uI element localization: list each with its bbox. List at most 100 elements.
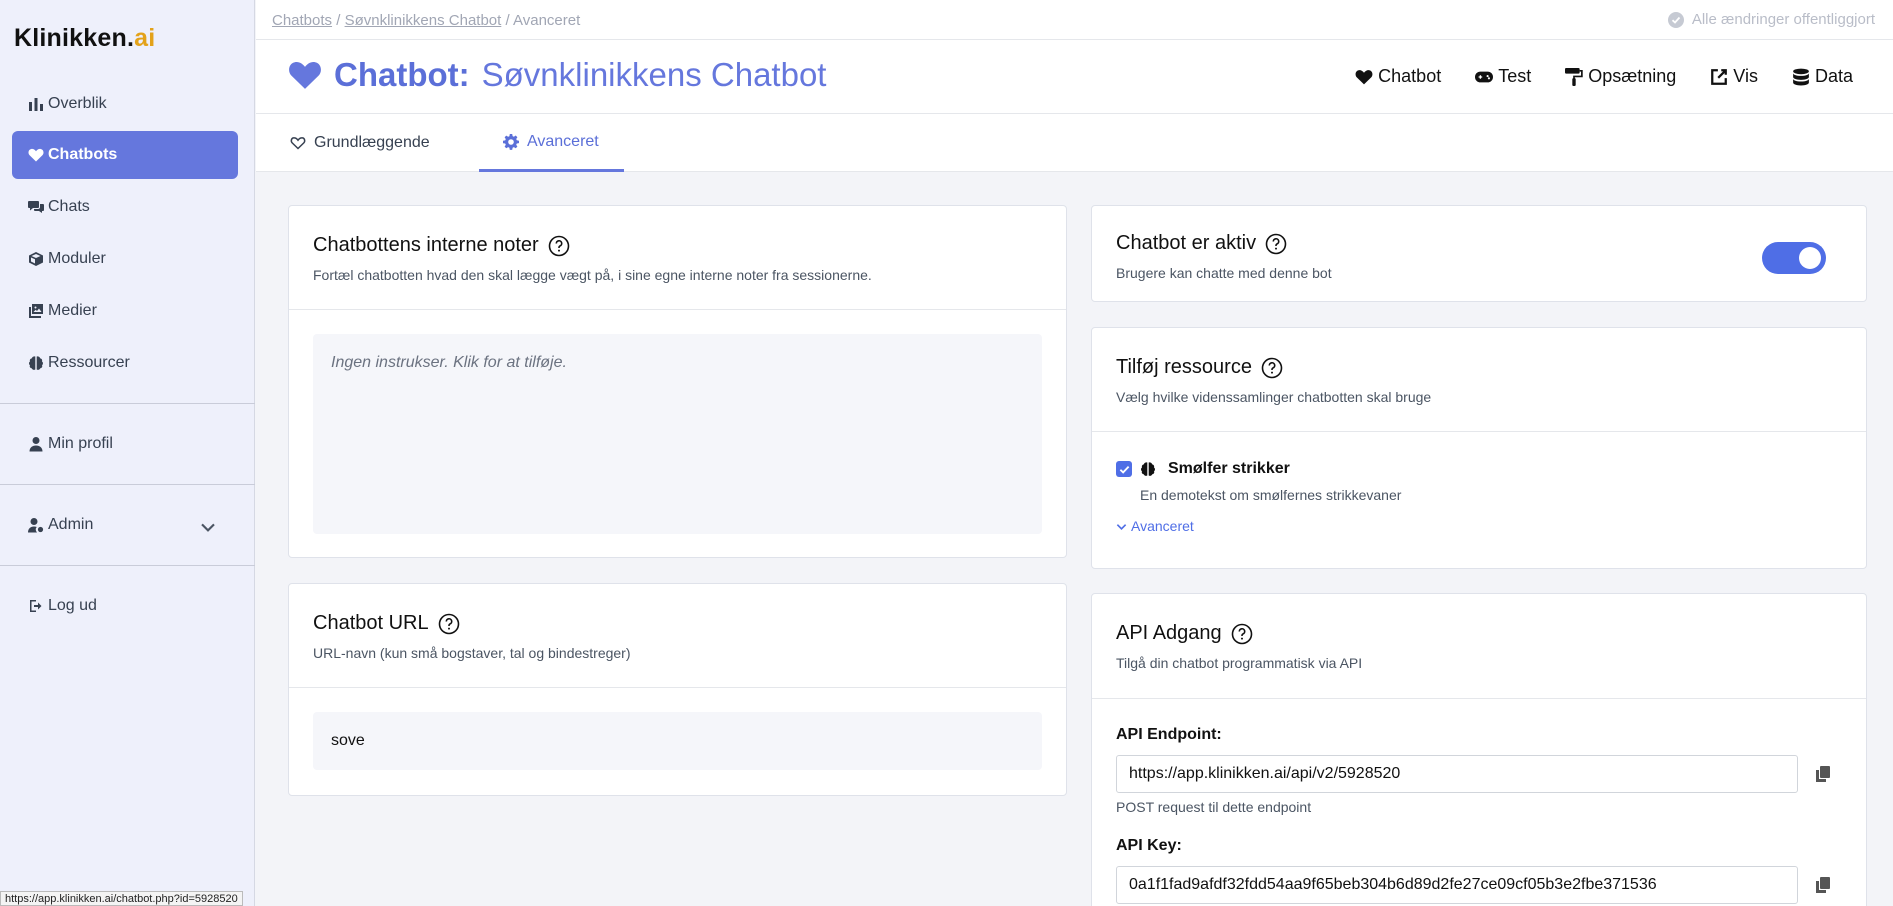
page-header: Chatbot: Søvnklinikkens Chatbot Chatbot … — [256, 40, 1893, 114]
heart-icon — [28, 148, 44, 162]
divider — [1092, 431, 1866, 432]
logo[interactable]: Klinikken.ai — [14, 24, 155, 53]
help-icon[interactable] — [1265, 233, 1287, 255]
sign-out-icon — [30, 600, 42, 612]
api-endpoint-label: API Endpoint: — [1116, 726, 1222, 743]
check-circle-icon — [1667, 11, 1684, 28]
active-toggle[interactable] — [1762, 242, 1826, 274]
sidebar-item-label: Admin — [48, 516, 94, 533]
gear-icon — [503, 133, 519, 150]
sidebar-item-label: Ressourcer — [48, 354, 130, 371]
chatbot-url-card: Chatbot URL URL-navn (kun små bogstaver,… — [288, 583, 1067, 796]
breadcrumb: Chatbots / Søvnklinikkens Chatbot / Avan… — [272, 12, 581, 29]
card-subtitle: URL-navn (kun små bogstaver, tal og bind… — [313, 645, 631, 661]
chatbot-button[interactable]: Chatbot — [1355, 66, 1441, 87]
paint-roller-icon — [1565, 67, 1583, 86]
gamepad-icon — [1475, 71, 1494, 82]
test-button[interactable]: Test — [1475, 66, 1531, 87]
card-subtitle: Brugere kan chatte med denne bot — [1116, 265, 1332, 281]
resource-item: Smølfer strikker — [1116, 460, 1290, 478]
sidebar-item-label: Overblik — [48, 95, 107, 112]
bar-chart-icon — [29, 98, 43, 111]
sidebar-item-log-ud[interactable]: Log ud — [12, 582, 238, 630]
tab-bar: Grundlæggende Avanceret — [256, 114, 1893, 172]
header-actions: Chatbot Test Opsætning Vis Data — [1355, 66, 1853, 87]
sidebar-item-moduler[interactable]: Moduler — [12, 235, 238, 283]
topbar: Chatbots / Søvnklinikkens Chatbot / Avan… — [256, 0, 1893, 40]
divider — [289, 309, 1066, 310]
api-endpoint-field[interactable]: https://app.klinikken.ai/api/v2/5928520 — [1116, 755, 1798, 793]
data-button[interactable]: Data — [1792, 66, 1853, 87]
breadcrumb-chatbots[interactable]: Chatbots — [272, 12, 332, 29]
card-title: Chatbottens interne noter — [313, 234, 1042, 257]
add-resource-card: Tilføj ressource Vælg hvilke videnssamli… — [1091, 327, 1867, 569]
card-subtitle: Fortæl chatbotten hvad den skal lægge væ… — [313, 267, 872, 283]
divider — [289, 687, 1066, 688]
heart-icon — [289, 62, 321, 89]
help-icon[interactable] — [438, 613, 460, 635]
sidebar-item-chats[interactable]: Chats — [12, 183, 238, 231]
page-title: Chatbot: Søvnklinikkens Chatbot — [288, 56, 826, 94]
brain-icon — [1141, 462, 1155, 476]
tab-grundlaeggende[interactable]: Grundlæggende — [266, 114, 454, 172]
user-icon — [29, 437, 43, 452]
card-subtitle: Tilgå din chatbot programmatisk via API — [1116, 655, 1363, 671]
card-subtitle: Vælg hvilke videnssamlinger chatbotten s… — [1116, 389, 1432, 405]
sidebar-item-label: Chats — [48, 198, 90, 215]
sidebar-item-overblik[interactable]: Overblik — [12, 80, 238, 128]
sidebar-item-chatbots[interactable]: Chatbots — [12, 131, 238, 179]
card-title: Chatbot URL — [313, 612, 1042, 635]
heart-icon — [1355, 69, 1373, 84]
sidebar-item-label: Min profil — [48, 435, 113, 452]
help-icon[interactable] — [1231, 623, 1253, 645]
sidebar-item-admin[interactable]: Admin — [12, 501, 238, 549]
api-endpoint-hint: POST request til dette endpoint — [1116, 799, 1312, 815]
api-key-field[interactable]: 0a1f1fad9afdf32fdd54aa9f65beb304b6d89d2f… — [1116, 866, 1798, 904]
comments-icon — [28, 201, 44, 213]
resource-checkbox[interactable] — [1116, 461, 1132, 477]
sidebar-item-label: Moduler — [48, 250, 106, 267]
breadcrumb-chatbot[interactable]: Søvnklinikkens Chatbot — [345, 12, 502, 29]
opsaetning-button[interactable]: Opsætning — [1565, 66, 1676, 87]
divider — [0, 403, 255, 404]
resource-description: En demotekst om smølfernes strikkevaner — [1140, 487, 1402, 503]
toggle-knob — [1799, 247, 1821, 269]
sidebar-item-medier[interactable]: Medier — [12, 287, 238, 335]
api-access-card: API Adgang Tilgå din chatbot programmati… — [1091, 593, 1867, 906]
saved-status: Alle ændringer offentliggjort — [1667, 11, 1875, 28]
divider — [0, 484, 255, 485]
external-link-icon — [1711, 68, 1728, 85]
heart-outline-icon — [290, 137, 306, 150]
advanced-toggle-link[interactable]: Avanceret — [1116, 518, 1194, 534]
sidebar-item-ressourcer[interactable]: Ressourcer — [12, 339, 238, 387]
check-icon — [1119, 465, 1129, 474]
copy-icon[interactable] — [1816, 766, 1830, 782]
internal-notes-card: Chatbottens interne noter Fortæl chatbot… — [288, 205, 1067, 558]
sidebar-item-label: Medier — [48, 302, 97, 319]
divider — [1092, 698, 1866, 699]
card-title: Chatbot er aktiv — [1116, 232, 1842, 255]
vis-button[interactable]: Vis — [1710, 66, 1758, 87]
database-icon — [1793, 68, 1809, 85]
brain-icon — [29, 356, 43, 370]
sidebar-item-min-profil[interactable]: Min profil — [12, 420, 238, 468]
sidebar: Klinikken.ai Overblik Chatbots Chats Mod… — [0, 0, 255, 906]
tab-avanceret[interactable]: Avanceret — [479, 114, 624, 172]
card-title: API Adgang — [1116, 622, 1842, 645]
images-icon — [29, 304, 43, 318]
help-icon[interactable] — [548, 235, 570, 257]
api-key-label: API Key: — [1116, 837, 1182, 854]
divider — [0, 565, 255, 566]
user-gear-icon — [28, 518, 44, 533]
sidebar-item-label: Log ud — [48, 597, 97, 614]
chevron-down-icon — [1116, 523, 1127, 530]
help-icon[interactable] — [1261, 357, 1283, 379]
status-url-bar: https://app.klinikken.ai/chatbot.php?id=… — [0, 891, 243, 906]
chatbot-active-card: Chatbot er aktiv Brugere kan chatte med … — [1091, 205, 1867, 302]
sidebar-item-label: Chatbots — [48, 146, 118, 163]
url-input[interactable]: sove — [313, 712, 1042, 770]
copy-icon[interactable] — [1816, 877, 1830, 893]
chevron-down-icon[interactable] — [200, 519, 216, 535]
notes-textarea[interactable]: Ingen instrukser. Klik for at tilføje. — [313, 334, 1042, 534]
card-title: Tilføj ressource — [1116, 356, 1842, 379]
